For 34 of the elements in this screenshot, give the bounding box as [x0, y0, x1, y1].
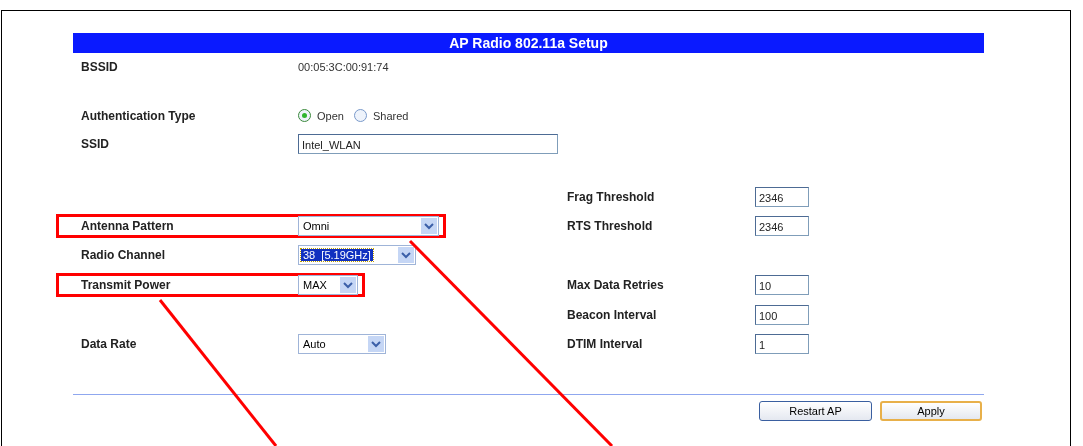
caret-icon	[368, 336, 384, 352]
field-label: DTIM Interval	[567, 337, 644, 351]
field-label: BSSID	[81, 60, 119, 74]
dropdown[interactable]: MAX	[298, 274, 358, 295]
radio-button[interactable]	[298, 109, 311, 122]
action-button[interactable]: Apply	[880, 401, 982, 421]
caret-icon	[398, 246, 414, 263]
field-label: Authentication Type	[81, 108, 197, 123]
field-label: RTS Threshold	[567, 218, 654, 233]
field-label: Radio Channel	[81, 247, 166, 262]
input-field[interactable]: 2346	[755, 215, 809, 236]
radio-button[interactable]	[353, 109, 367, 122]
field-label: Antenna Pattern	[81, 218, 175, 233]
radio-label[interactable]: Shared	[372, 109, 409, 122]
input-field[interactable]: 1	[755, 334, 809, 354]
field-label: SSID	[81, 136, 110, 151]
field-label: Beacon Interval	[567, 307, 658, 322]
field-label: Max Data Retries	[567, 277, 665, 292]
caret-icon	[340, 276, 356, 293]
field-label: Data Rate	[81, 337, 138, 351]
field-label: Frag Threshold	[567, 190, 656, 204]
section-title: AP Radio 802.11a Setup	[73, 33, 984, 53]
radio-label[interactable]: Open	[317, 109, 344, 122]
field-value: 00:05:3C:00:91:74	[298, 61, 389, 73]
action-button[interactable]: Restart AP	[759, 401, 872, 421]
dropdown[interactable]: Omni	[298, 215, 439, 236]
input-field[interactable]: 100	[755, 304, 809, 325]
caret-icon	[421, 217, 437, 234]
dropdown[interactable]: Auto	[298, 334, 386, 354]
input-field[interactable]: Intel_WLAN	[298, 133, 558, 154]
input-field[interactable]: 10	[755, 274, 809, 295]
dropdown[interactable]: 38 [5.19GHz]	[298, 244, 416, 265]
input-field[interactable]: 2346	[755, 187, 809, 207]
field-label: Transmit Power	[81, 277, 172, 292]
